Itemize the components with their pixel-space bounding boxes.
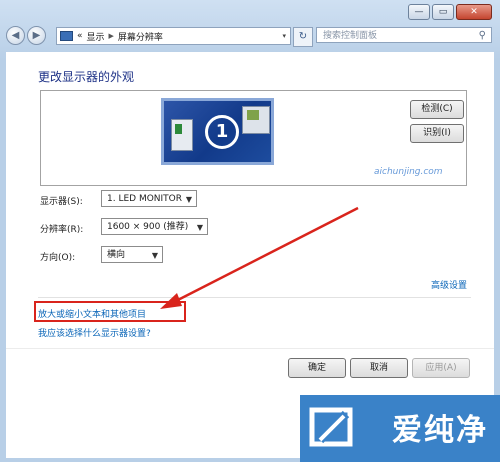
chevron-down-icon: ▼ [185,195,192,204]
breadcrumb-separator-icon: ▶ [108,32,114,40]
maximize-button[interactable]: ▭ [432,4,454,20]
watermark-url: aichunjing.com [374,167,443,177]
chevron-down-icon: ▼ [196,223,203,232]
breadcrumb-display[interactable]: 显示 [87,30,105,43]
identify-button[interactable]: 识别(I) [410,124,464,143]
display-select[interactable]: 1. LED MONITOR ▼ [101,190,197,207]
search-placeholder: 搜索控制面板 [323,31,378,41]
address-dropdown-icon[interactable]: ▾ [282,32,286,40]
page-title: 更改显示器的外观 [38,70,135,84]
resolution-label: 分辨率(R): [40,225,84,235]
highlight-box [34,301,186,322]
chevron-down-icon: ▼ [151,251,158,260]
window: — ▭ ✕ ◀ ▶ « 显示 ▶ 屏幕分辨率 ▾ ↻ 搜索控制面板 ⚲ 更改显示… [0,0,500,462]
display-label: 显示器(S): [40,197,83,207]
cancel-button[interactable]: 取消 [350,358,408,378]
window-thumbnail-icon [242,106,270,134]
resolution-select[interactable]: 1600 × 900 (推荐) ▼ [101,218,208,235]
monitor-number: 1 [205,115,239,149]
brand-logo-icon [309,407,353,447]
divider [6,348,494,349]
resolution-value: 1600 × 900 (推荐) [107,222,189,232]
search-input[interactable]: 搜索控制面板 ⚲ [316,27,492,43]
window-controls: — ▭ ✕ [408,4,492,20]
display-value: 1. LED MONITOR [107,194,183,204]
ok-button[interactable]: 确定 [288,358,346,378]
orientation-select[interactable]: 横向 ▼ [101,246,163,263]
orientation-label: 方向(O): [40,253,76,263]
window-thumbnail-icon [171,119,193,151]
search-icon[interactable]: ⚲ [479,28,486,44]
apply-button[interactable]: 应用(A) [412,358,470,378]
back-button[interactable]: ◀ [6,26,25,45]
monitor-1[interactable]: 1 [161,98,274,165]
which-settings-link[interactable]: 我应该选择什么显示器设置? [38,326,151,339]
navigation-bar: ◀ ▶ « 显示 ▶ 屏幕分辨率 ▾ ↻ 搜索控制面板 ⚲ [6,24,494,48]
monitor-icon [60,31,73,41]
address-bar[interactable]: « 显示 ▶ 屏幕分辨率 ▾ [56,27,291,45]
breadcrumb-resolution[interactable]: 屏幕分辨率 [118,30,163,43]
breadcrumb-chevron: « [77,31,83,41]
close-button[interactable]: ✕ [456,4,492,20]
watermark-brand: 爱纯净 [392,413,488,448]
forward-button[interactable]: ▶ [27,26,46,45]
orientation-value: 横向 [107,250,126,260]
advanced-settings-link[interactable]: 高级设置 [431,278,467,291]
refresh-button[interactable]: ↻ [293,27,313,47]
detect-button[interactable]: 检测(C) [410,100,464,119]
divider [38,297,471,298]
minimize-button[interactable]: — [408,4,430,20]
